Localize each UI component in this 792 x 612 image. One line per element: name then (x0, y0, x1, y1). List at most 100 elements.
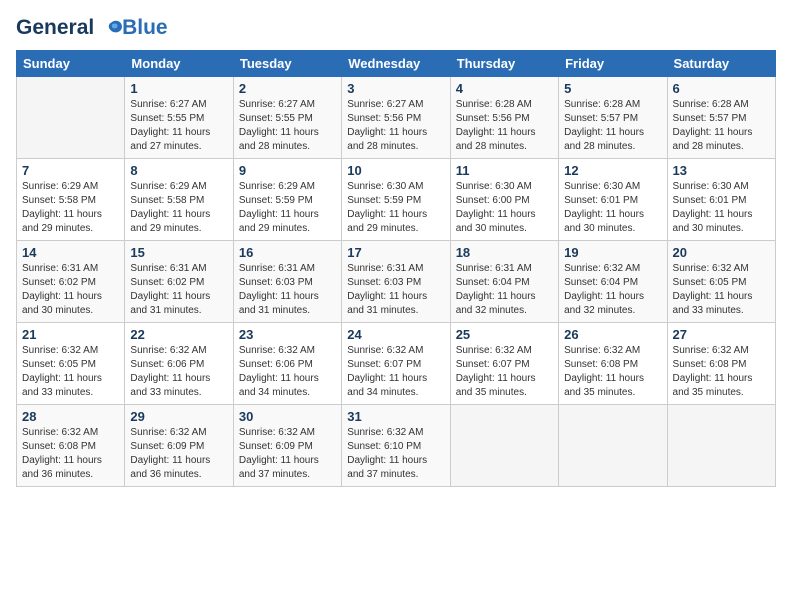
day-number: 30 (239, 409, 336, 424)
weekday-header-thursday: Thursday (450, 51, 558, 77)
week-row-2: 7 Sunrise: 6:29 AM Sunset: 5:58 PM Daylig… (17, 159, 776, 241)
day-info: Sunrise: 6:31 AM Sunset: 6:03 PM Dayligh… (347, 262, 444, 318)
calendar-cell: 27Sunrise: 6:32 AM Sunset: 6:08 PM Dayli… (667, 323, 775, 405)
calendar-cell: 8Sunrise: 6:29 AM Sunset: 5:58 PM Daylig… (125, 159, 233, 241)
day-info: Sunrise: 6:32 AM Sunset: 6:09 PM Dayligh… (239, 426, 336, 482)
day-info: Sunrise: 6:27 AM Sunset: 5:55 PM Dayligh… (130, 98, 227, 154)
calendar-cell: 28 Sunrise: 6:32 AM Sunset: 6:08 PM Dayli… (17, 405, 125, 487)
calendar-cell: 25 Sunrise: 6:32 AM Sunset: 6:07 PM Dayli… (450, 323, 558, 405)
calendar-cell: 12 Sunrise: 6:30 AM Sunset: 6:01 PM Dayli… (559, 159, 667, 241)
day-number: 18 (456, 245, 553, 260)
day-info: Sunrise: 6:32 AM Sunset: 6:06 PM Dayligh… (239, 344, 336, 400)
weekday-header-saturday: Saturday (667, 51, 775, 77)
calendar-cell: 21 Sunrise: 6:32 AM Sunset: 6:05 PM Dayli… (17, 323, 125, 405)
day-number: 4 (456, 81, 553, 96)
day-number: 8 (130, 163, 227, 178)
day-number: 29 (130, 409, 227, 424)
logo-text: General (16, 16, 124, 40)
day-info: Sunrise: 6:27 AM Sunset: 5:55 PM Dayligh… (239, 98, 336, 154)
calendar-cell: 15Sunrise: 6:31 AM Sunset: 6:02 PM Dayli… (125, 241, 233, 323)
day-info: Sunrise: 6:30 AM Sunset: 5:59 PM Dayligh… (347, 180, 444, 236)
weekday-header-monday: Monday (125, 51, 233, 77)
day-number: 13 (673, 163, 770, 178)
header: General Blue (16, 16, 776, 40)
calendar-cell: 3 Sunrise: 6:27 AM Sunset: 5:56 PM Daylig… (342, 77, 450, 159)
calendar-cell: 7 Sunrise: 6:29 AM Sunset: 5:58 PM Daylig… (17, 159, 125, 241)
calendar-cell: 5 Sunrise: 6:28 AM Sunset: 5:57 PM Daylig… (559, 77, 667, 159)
calendar-cell: 9 Sunrise: 6:29 AM Sunset: 5:59 PM Daylig… (233, 159, 341, 241)
weekday-header-tuesday: Tuesday (233, 51, 341, 77)
day-info: Sunrise: 6:32 AM Sunset: 6:06 PM Dayligh… (130, 344, 227, 400)
calendar-cell: 16Sunrise: 6:31 AM Sunset: 6:03 PM Dayli… (233, 241, 341, 323)
calendar-cell (17, 77, 125, 159)
calendar-cell: 6Sunrise: 6:28 AM Sunset: 5:57 PM Daylig… (667, 77, 775, 159)
day-info: Sunrise: 6:31 AM Sunset: 6:04 PM Dayligh… (456, 262, 553, 318)
day-number: 27 (673, 327, 770, 342)
calendar-cell: 23 Sunrise: 6:32 AM Sunset: 6:06 PM Dayli… (233, 323, 341, 405)
day-info: Sunrise: 6:30 AM Sunset: 6:00 PM Dayligh… (456, 180, 553, 236)
day-number: 2 (239, 81, 336, 96)
weekday-header-row: SundayMondayTuesdayWednesdayThursdayFrid… (17, 51, 776, 77)
day-info: Sunrise: 6:32 AM Sunset: 6:05 PM Dayligh… (22, 344, 119, 400)
day-number: 14 (22, 245, 119, 260)
calendar-cell: 11 Sunrise: 6:30 AM Sunset: 6:00 PM Dayli… (450, 159, 558, 241)
day-number: 25 (456, 327, 553, 342)
day-info: Sunrise: 6:32 AM Sunset: 6:10 PM Dayligh… (347, 426, 444, 482)
logo: General Blue (16, 16, 168, 40)
day-number: 12 (564, 163, 661, 178)
day-number: 22 (130, 327, 227, 342)
day-info: Sunrise: 6:32 AM Sunset: 6:07 PM Dayligh… (456, 344, 553, 400)
calendar-cell: 26 Sunrise: 6:32 AM Sunset: 6:08 PM Dayli… (559, 323, 667, 405)
day-number: 20 (673, 245, 770, 260)
day-number: 7 (22, 163, 119, 178)
day-info: Sunrise: 6:32 AM Sunset: 6:05 PM Dayligh… (673, 262, 770, 318)
day-number: 31 (347, 409, 444, 424)
day-info: Sunrise: 6:32 AM Sunset: 6:08 PM Dayligh… (22, 426, 119, 482)
calendar-cell: 29 Sunrise: 6:32 AM Sunset: 6:09 PM Dayli… (125, 405, 233, 487)
day-info: Sunrise: 6:30 AM Sunset: 6:01 PM Dayligh… (564, 180, 661, 236)
day-number: 23 (239, 327, 336, 342)
day-number: 9 (239, 163, 336, 178)
calendar-cell (559, 405, 667, 487)
day-info: Sunrise: 6:28 AM Sunset: 5:57 PM Dayligh… (564, 98, 661, 154)
day-number: 21 (22, 327, 119, 342)
calendar-table: SundayMondayTuesdayWednesdayThursdayFrid… (16, 50, 776, 487)
day-info: Sunrise: 6:30 AM Sunset: 6:01 PM Dayligh… (673, 180, 770, 236)
day-info: Sunrise: 6:31 AM Sunset: 6:02 PM Dayligh… (22, 262, 119, 318)
day-number: 28 (22, 409, 119, 424)
calendar-cell (450, 405, 558, 487)
day-number: 5 (564, 81, 661, 96)
week-row-1: 1 Sunrise: 6:27 AM Sunset: 5:55 PM Daylig… (17, 77, 776, 159)
day-info: Sunrise: 6:28 AM Sunset: 5:56 PM Dayligh… (456, 98, 553, 154)
day-info: Sunrise: 6:32 AM Sunset: 6:09 PM Dayligh… (130, 426, 227, 482)
day-number: 11 (456, 163, 553, 178)
day-info: Sunrise: 6:28 AM Sunset: 5:57 PM Dayligh… (673, 98, 770, 154)
calendar-cell: 20 Sunrise: 6:32 AM Sunset: 6:05 PM Dayli… (667, 241, 775, 323)
day-info: Sunrise: 6:32 AM Sunset: 6:07 PM Dayligh… (347, 344, 444, 400)
day-number: 24 (347, 327, 444, 342)
day-number: 17 (347, 245, 444, 260)
weekday-header-sunday: Sunday (17, 51, 125, 77)
day-info: Sunrise: 6:32 AM Sunset: 6:04 PM Dayligh… (564, 262, 661, 318)
day-info: Sunrise: 6:29 AM Sunset: 5:59 PM Dayligh… (239, 180, 336, 236)
week-row-5: 28 Sunrise: 6:32 AM Sunset: 6:08 PM Dayli… (17, 405, 776, 487)
calendar-cell: 17 Sunrise: 6:31 AM Sunset: 6:03 PM Dayli… (342, 241, 450, 323)
day-info: Sunrise: 6:31 AM Sunset: 6:02 PM Dayligh… (130, 262, 227, 318)
day-number: 1 (130, 81, 227, 96)
calendar-cell: 19 Sunrise: 6:32 AM Sunset: 6:04 PM Dayli… (559, 241, 667, 323)
week-row-4: 21 Sunrise: 6:32 AM Sunset: 6:05 PM Dayli… (17, 323, 776, 405)
calendar-cell: 31 Sunrise: 6:32 AM Sunset: 6:10 PM Dayli… (342, 405, 450, 487)
calendar-cell: 10 Sunrise: 6:30 AM Sunset: 5:59 PM Dayli… (342, 159, 450, 241)
calendar-cell: 2 Sunrise: 6:27 AM Sunset: 5:55 PM Daylig… (233, 77, 341, 159)
day-info: Sunrise: 6:32 AM Sunset: 6:08 PM Dayligh… (564, 344, 661, 400)
calendar-cell: 24 Sunrise: 6:32 AM Sunset: 6:07 PM Dayli… (342, 323, 450, 405)
day-number: 10 (347, 163, 444, 178)
day-info: Sunrise: 6:27 AM Sunset: 5:56 PM Dayligh… (347, 98, 444, 154)
day-number: 3 (347, 81, 444, 96)
logo-bird-icon (102, 17, 124, 39)
calendar-cell: 4 Sunrise: 6:28 AM Sunset: 5:56 PM Daylig… (450, 77, 558, 159)
day-number: 26 (564, 327, 661, 342)
day-number: 19 (564, 245, 661, 260)
day-info: Sunrise: 6:29 AM Sunset: 5:58 PM Dayligh… (22, 180, 119, 236)
calendar-cell: 18 Sunrise: 6:31 AM Sunset: 6:04 PM Dayli… (450, 241, 558, 323)
